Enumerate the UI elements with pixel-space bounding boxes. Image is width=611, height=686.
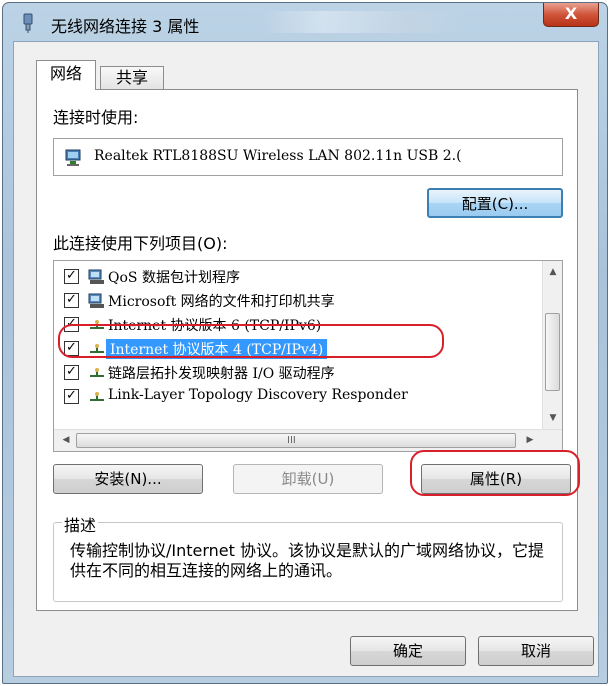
properties-dialog: 无线网络连接 3 属性 X 网络 共享 连接时使用: Realtek RTL81… <box>2 2 608 684</box>
horizontal-scrollbar[interactable]: ◀ III ▶ <box>54 429 562 451</box>
adapter-field: Realtek RTL8188SU Wireless LAN 802.11n U… <box>53 138 563 176</box>
items-label: 此连接使用下列项目(O): <box>53 234 228 253</box>
vertical-scrollbar[interactable]: ▲ ▼ <box>542 261 562 429</box>
description-title: 描述 <box>62 512 99 536</box>
ok-button[interactable]: 确定 <box>350 636 466 666</box>
scroll-right-icon[interactable]: ▶ <box>520 435 540 445</box>
checkbox-lltd-responder[interactable]: ✓ <box>64 389 79 404</box>
install-button[interactable]: 安装(N)... <box>53 464 203 494</box>
tab-sharing[interactable]: 共享 <box>100 66 164 90</box>
network-adapter-icon <box>65 149 81 166</box>
item-label-lltd-mapper: 链路层拓扑发现映射器 I/O 驱动程序 <box>108 366 335 382</box>
scroll-down-icon[interactable]: ▼ <box>543 413 562 423</box>
list-item-file-printer-sharing[interactable]: ✓ Microsoft 网络的文件和打印机共享 <box>54 289 542 313</box>
list-item-qos[interactable]: ✓ QoS 数据包计划程序 <box>54 265 542 289</box>
checkbox-file-printer-sharing[interactable]: ✓ <box>64 293 79 308</box>
cancel-button[interactable]: 取消 <box>478 636 594 666</box>
dialog-client-area: 网络 共享 连接时使用: Realtek RTL8188SU Wireless … <box>13 41 599 677</box>
qos-icon <box>88 269 104 284</box>
adapter-name: Realtek RTL8188SU Wireless LAN 802.11n U… <box>94 148 462 164</box>
item-label-qos: QoS 数据包计划程序 <box>108 270 240 286</box>
title-blur <box>263 11 463 33</box>
list-item-lltd-mapper[interactable]: ✓ 链路层拓扑发现映射器 I/O 驱动程序 <box>54 361 542 385</box>
protocol-icon <box>90 392 104 401</box>
list-item-lltd-responder[interactable]: ✓ Link-Layer Topology Discovery Responde… <box>54 385 542 409</box>
scroll-left-icon[interactable]: ◀ <box>56 435 76 445</box>
item-label-file-printer-sharing: Microsoft 网络的文件和打印机共享 <box>108 294 335 310</box>
horizontal-scroll-thumb[interactable]: III <box>76 433 516 448</box>
vertical-scroll-thumb[interactable] <box>545 313 560 391</box>
description-group: 描述 传输控制协议/Internet 协议。该协议是默认的广域网络协议，它提供在… <box>53 512 563 602</box>
checkbox-qos[interactable]: ✓ <box>64 269 79 284</box>
tab-network[interactable]: 网络 <box>36 60 96 90</box>
close-button[interactable]: X <box>543 3 599 27</box>
uninstall-button[interactable]: 卸载(U) <box>233 464 383 494</box>
highlight-oval-ipv4 <box>58 324 444 358</box>
configure-button[interactable]: 配置(C)... <box>427 188 563 218</box>
description-text: 传输控制协议/Internet 协议。该协议是默认的广域网络协议，它提供在不同的… <box>70 541 545 580</box>
scroll-grip: III <box>287 435 296 446</box>
scroll-up-icon[interactable]: ▲ <box>543 267 562 277</box>
title-bar[interactable]: 无线网络连接 3 属性 X <box>3 3 607 41</box>
network-connection-icon <box>23 13 33 33</box>
file-printer-share-icon <box>88 293 104 308</box>
protocol-icon <box>90 368 104 377</box>
connect-using-label: 连接时使用: <box>53 108 139 127</box>
highlight-oval-properties <box>410 450 580 496</box>
item-label-lltd-responder: Link-Layer Topology Discovery Responder <box>108 387 408 403</box>
checkbox-lltd-mapper[interactable]: ✓ <box>64 365 79 380</box>
window-title: 无线网络连接 3 属性 <box>51 17 200 36</box>
